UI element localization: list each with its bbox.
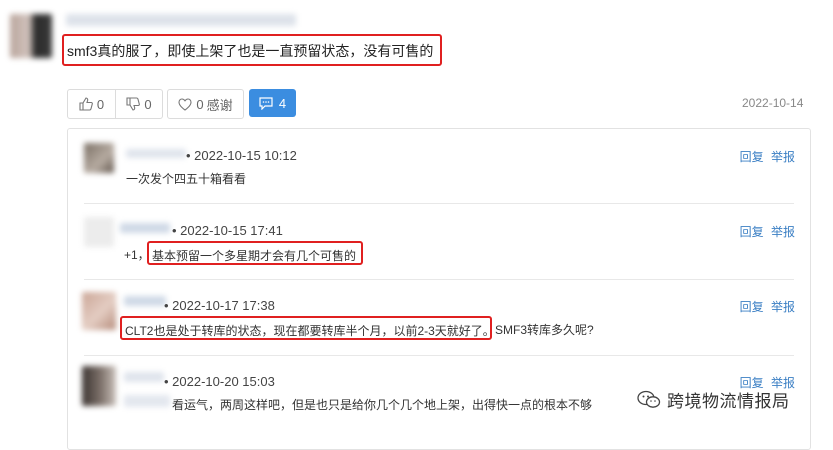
main-comment-highlight: smf3真的服了，即使上架了也是一直预留状态，没有可售的 <box>62 34 442 66</box>
thanks-count: 0 <box>196 96 204 112</box>
divider <box>84 203 794 204</box>
report-link[interactable]: 举报 <box>771 225 795 239</box>
reply-time: • 2022-10-20 15:03 <box>164 374 275 389</box>
avatar[interactable] <box>10 14 52 58</box>
username-blurred[interactable] <box>126 149 186 158</box>
reply-time: • 2022-10-15 17:41 <box>172 223 283 238</box>
username-blurred[interactable] <box>124 372 164 382</box>
thumbs-up-icon <box>79 97 93 111</box>
thanks-label: 感谢 <box>206 97 233 113</box>
wechat-icon <box>637 390 661 408</box>
reply-link[interactable]: 回复 <box>740 300 764 314</box>
reply-text-blurred-start <box>124 395 170 407</box>
reply-prefix: +1， <box>124 248 150 262</box>
reply-count: 4 <box>278 95 287 111</box>
reply-time: • 2022-10-17 17:38 <box>164 298 275 313</box>
avatar[interactable] <box>82 292 116 330</box>
comment-icon <box>259 96 273 110</box>
reply-actions: 回复 举报 <box>740 298 795 315</box>
reply-text: 一次发个四五十箱看看 <box>126 172 247 186</box>
comment-date: 2022-10-14 <box>742 96 804 110</box>
username-blurred[interactable] <box>66 14 296 26</box>
avatar[interactable] <box>84 217 114 247</box>
reply-time: • 2022-10-15 10:12 <box>186 148 297 163</box>
thumbs-down-icon <box>126 97 141 111</box>
reply-text: CLT2也是处于转库的状态，现在都要转库半个月，以前2-3天就好了。 <box>125 324 495 338</box>
like-button[interactable]: 0 <box>68 90 115 118</box>
reply-actions: 回复 举报 <box>740 223 795 240</box>
divider <box>84 279 794 280</box>
username-blurred[interactable] <box>120 223 170 233</box>
divider <box>84 355 794 356</box>
reply-link[interactable]: 回复 <box>740 225 764 239</box>
dislike-button[interactable]: 0 <box>115 90 162 118</box>
report-link[interactable]: 举报 <box>771 300 795 314</box>
avatar[interactable] <box>84 143 114 173</box>
reply-text: 基本预留一个多星期才会有几个可售的 <box>152 249 357 263</box>
reply-actions: 回复 举报 <box>740 148 795 165</box>
thanks-group: 0 感谢 <box>167 89 244 119</box>
reply-count-button[interactable]: 4 <box>249 89 296 117</box>
username-blurred[interactable] <box>124 296 166 306</box>
heart-icon <box>178 97 192 111</box>
thanks-button[interactable]: 0 感谢 <box>168 90 243 118</box>
reply-text-highlight: 基本预留一个多星期才会有几个可售的 <box>147 241 363 265</box>
watermark-text: 跨境物流情报局 <box>667 392 790 411</box>
reply-suffix: SMF3转库多久呢? <box>495 323 594 337</box>
avatar[interactable] <box>82 366 116 406</box>
main-comment-text: smf3真的服了，即使上架了也是一直预留状态，没有可售的 <box>67 43 434 59</box>
dislike-count: 0 <box>144 96 152 112</box>
like-count: 0 <box>96 96 105 112</box>
reply-text-highlight: CLT2也是处于转库的状态，现在都要转库半个月，以前2-3天就好了。 <box>120 316 495 340</box>
watermark: 跨境物流情报局 <box>637 387 790 412</box>
vote-buttons: 0 0 <box>67 89 163 119</box>
reply-link[interactable]: 回复 <box>740 150 764 164</box>
report-link[interactable]: 举报 <box>771 150 795 164</box>
reply-text: 看运气，两周这样吧，但是也只是给你几个几个地上架，出得快一点的根本不够 <box>172 398 593 412</box>
